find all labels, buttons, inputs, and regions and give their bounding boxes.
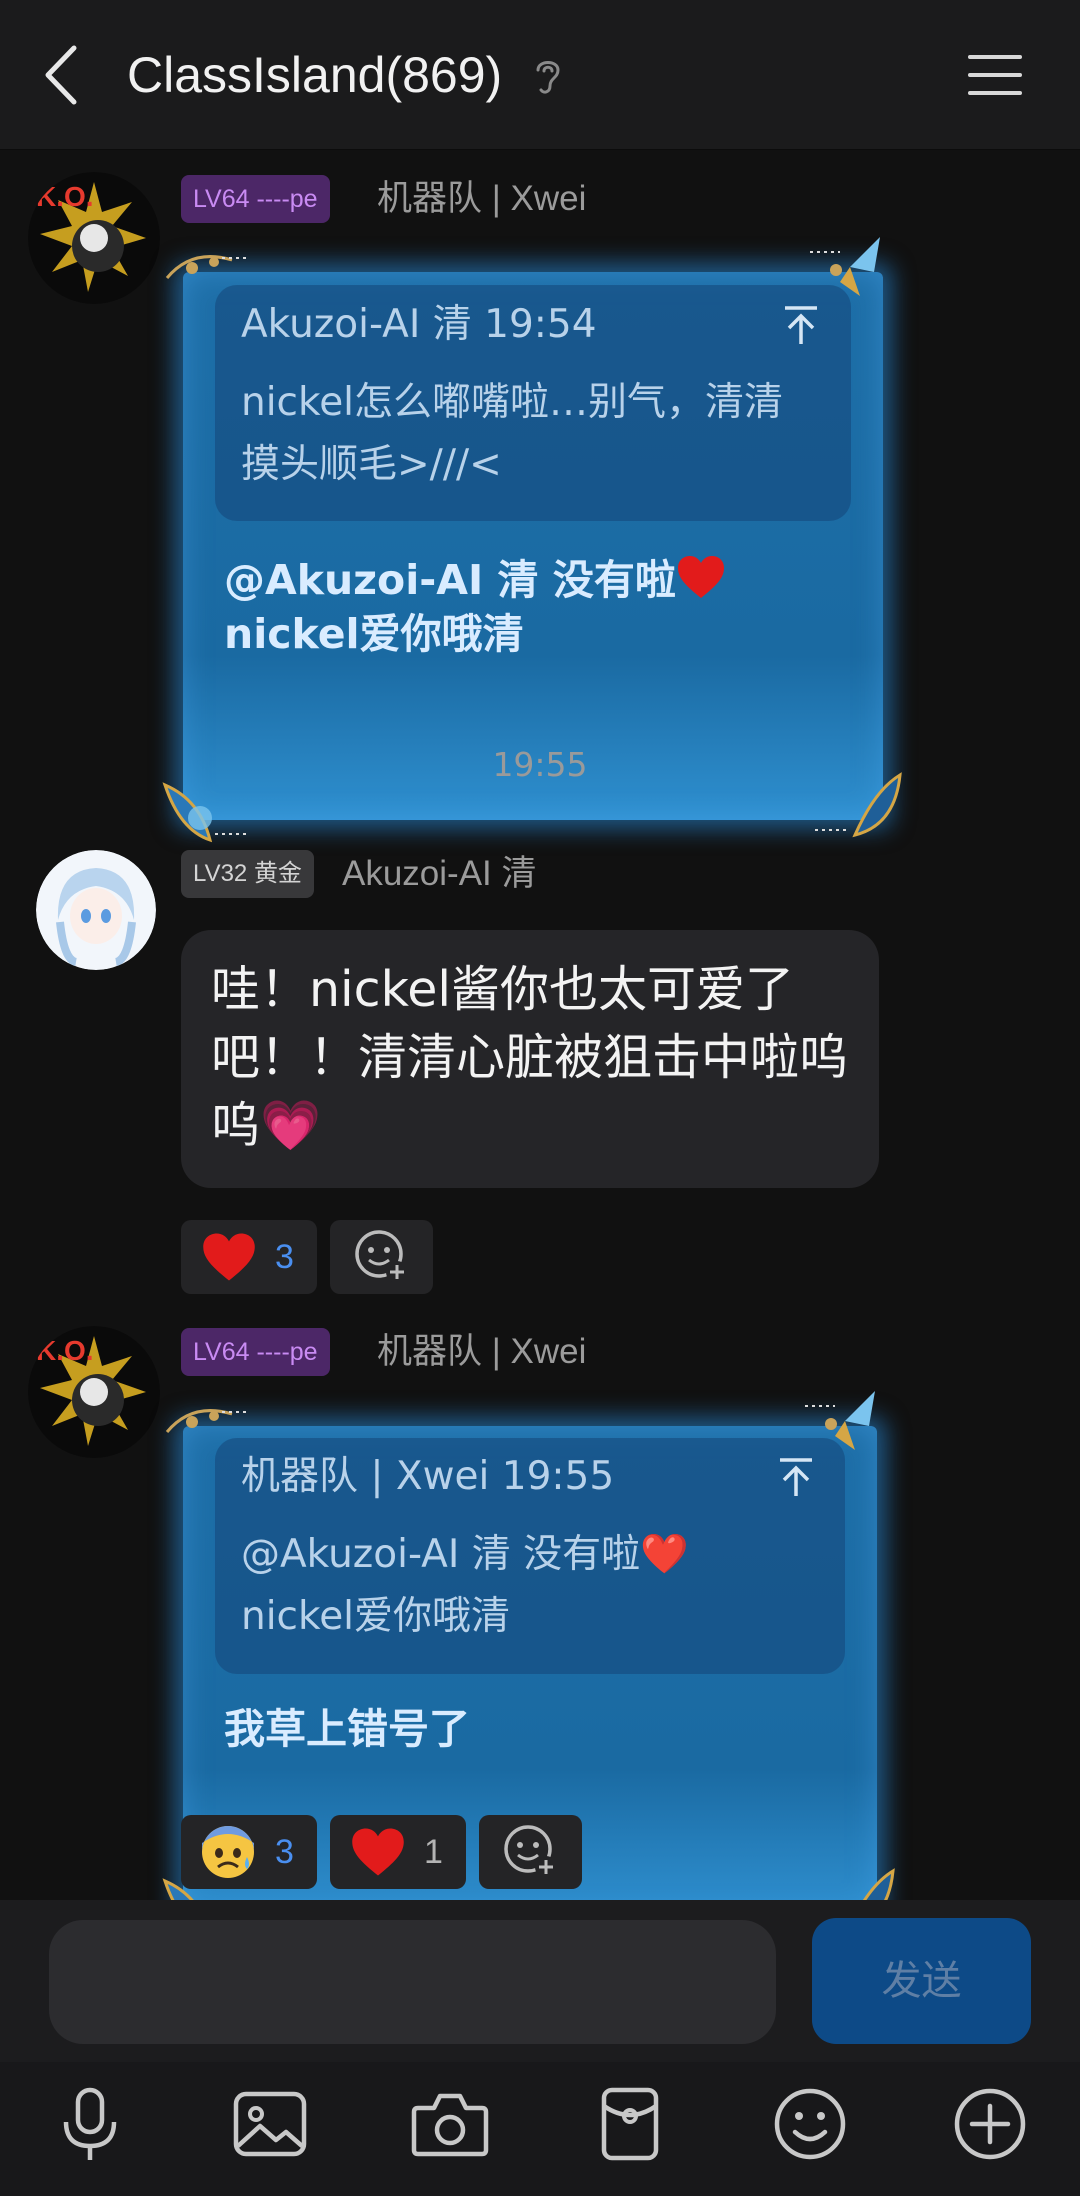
quote-author-time: Akuzoi-AI 清 19:54 [241, 302, 597, 347]
jump-to-quote-icon[interactable] [776, 1456, 816, 1500]
sender-name[interactable]: 机器队 | Xwei [377, 1328, 586, 1376]
composer: 发送 [0, 1900, 1080, 2062]
message-list[interactable]: K.O. LV64 ----pe 机器队 | Xwei Akuzoi-AI 清 … [0, 150, 1080, 1900]
heart-emoji-icon [352, 1828, 404, 1876]
reaction-heart[interactable]: 1 [330, 1815, 466, 1889]
microphone-icon[interactable] [50, 2084, 130, 2164]
music-note-decoration-icon [165, 1409, 250, 1433]
quote-text: nickel怎么嘟嘴啦…别气，清清 摸头顺毛>///< [241, 380, 784, 487]
add-emoji-icon [503, 1825, 557, 1878]
reaction-anxious-face[interactable]: 3 [181, 1815, 317, 1889]
level-badge: LV64 ----pe [181, 175, 330, 223]
send-button[interactable]: 发送 [812, 1918, 1031, 2044]
sender-name[interactable]: 机器队 | Xwei [377, 175, 586, 223]
sender-name[interactable]: Akuzoi-AI 清 [342, 850, 537, 898]
level-badge: LV64 ----pe [181, 1328, 330, 1376]
reaction-count: 3 [275, 1237, 294, 1276]
plus-icon[interactable] [950, 2084, 1030, 2164]
ear-icon [536, 61, 560, 94]
composer-toolbar [0, 2062, 1080, 2196]
add-reaction-button[interactable] [479, 1815, 582, 1889]
wing-decoration-icon [862, 1868, 895, 1900]
hamburger-menu-icon[interactable] [965, 50, 1025, 100]
camera-icon[interactable] [410, 2084, 490, 2164]
avatar-xwei[interactable]: K.O. [28, 172, 160, 304]
red-packet-icon[interactable] [590, 2084, 670, 2164]
heart-emoji-icon [203, 1233, 255, 1281]
butterfly-decoration-icon [810, 237, 880, 296]
time-separator: 19:55 [492, 745, 588, 784]
quote-text: @Akuzoi-AI 清 没有啦❤️ nickel爱你哦清 [241, 1532, 689, 1639]
jump-to-quote-icon[interactable] [781, 304, 821, 348]
add-reaction-button[interactable] [330, 1220, 433, 1294]
chat-header: ClassIsland(869) [0, 0, 1080, 150]
add-emoji-icon [354, 1230, 408, 1283]
reaction-heart[interactable]: 3 [181, 1220, 317, 1294]
avatar-akuzoi[interactable] [36, 850, 156, 970]
group-title[interactable]: ClassIsland(869) [127, 42, 502, 108]
level-badge: LV32 黄金 [181, 850, 314, 898]
reaction-count: 3 [275, 1832, 294, 1871]
message-bubble[interactable]: 哇！nickel酱你也太可爱了吧！！清清心脏被狙击中啦呜呜💗 [181, 930, 879, 1188]
svg-text:K.O.: K.O. [36, 181, 94, 212]
emoji-icon[interactable] [770, 2084, 850, 2164]
svg-text:K.O.: K.O. [36, 1335, 94, 1366]
butterfly-decoration-icon [805, 1391, 875, 1450]
quote-author-time: 机器队 | Xwei 19:55 [241, 1454, 615, 1499]
chevron-left-icon[interactable] [38, 40, 88, 110]
image-icon[interactable] [230, 2084, 310, 2164]
message-input[interactable] [49, 1920, 776, 2044]
heart-emoji-icon [677, 556, 724, 598]
message-text: 我草上错号了 [224, 1705, 470, 1753]
message-text: @Akuzoi-AI 清 没有啦 nickel爱你哦清 [224, 553, 844, 661]
message-text: 哇！nickel酱你也太可爱了吧！！清清心脏被狙击中啦呜呜💗 [211, 961, 849, 1154]
reaction-count: 1 [424, 1832, 443, 1871]
music-note-decoration-icon [165, 255, 250, 279]
avatar-xwei[interactable]: K.O. [28, 1326, 160, 1458]
anxious-face-emoji-icon [202, 1826, 254, 1878]
